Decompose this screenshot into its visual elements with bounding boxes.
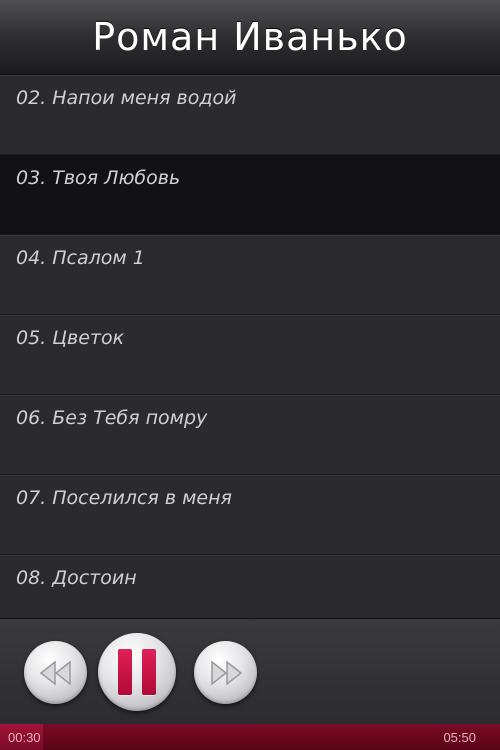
artist-title: Роман Иванько xyxy=(92,15,408,59)
playback-controls xyxy=(0,618,500,725)
track-item[interactable]: 08. Достоин xyxy=(0,555,500,618)
player-app: Роман Иванько 02. Напои меня водой 03. Т… xyxy=(0,0,500,750)
track-item[interactable]: 06. Без Тебя помру xyxy=(0,395,500,475)
track-label: 03. Твоя Любовь xyxy=(16,167,181,189)
header-bar: Роман Иванько xyxy=(0,0,500,75)
progress-bar[interactable]: 00:30 05:50 xyxy=(0,724,500,750)
track-item[interactable]: 04. Псалом 1 xyxy=(0,235,500,315)
track-item[interactable]: 05. Цветок xyxy=(0,315,500,395)
track-item[interactable]: 07. Поселился в меня xyxy=(0,475,500,555)
track-list[interactable]: 02. Напои меня водой 03. Твоя Любовь 04.… xyxy=(0,75,500,618)
pause-button[interactable] xyxy=(98,633,176,711)
track-item[interactable]: 02. Напои меня водой xyxy=(0,75,500,155)
track-label: 05. Цветок xyxy=(16,327,125,349)
total-time: 05:50 xyxy=(443,730,476,745)
track-label: 06. Без Тебя помру xyxy=(16,407,208,429)
track-item-selected[interactable]: 03. Твоя Любовь xyxy=(0,155,500,235)
track-label: 07. Поселился в меня xyxy=(16,487,232,509)
fast-forward-button[interactable] xyxy=(194,641,257,704)
rewind-icon xyxy=(39,659,71,686)
pause-icon xyxy=(113,649,161,695)
track-label: 04. Псалом 1 xyxy=(16,247,145,269)
rewind-button[interactable] xyxy=(24,641,87,704)
track-label: 08. Достоин xyxy=(16,567,137,589)
elapsed-time: 00:30 xyxy=(8,730,41,745)
track-label: 02. Напои меня водой xyxy=(16,87,237,109)
fast-forward-icon xyxy=(210,659,242,686)
